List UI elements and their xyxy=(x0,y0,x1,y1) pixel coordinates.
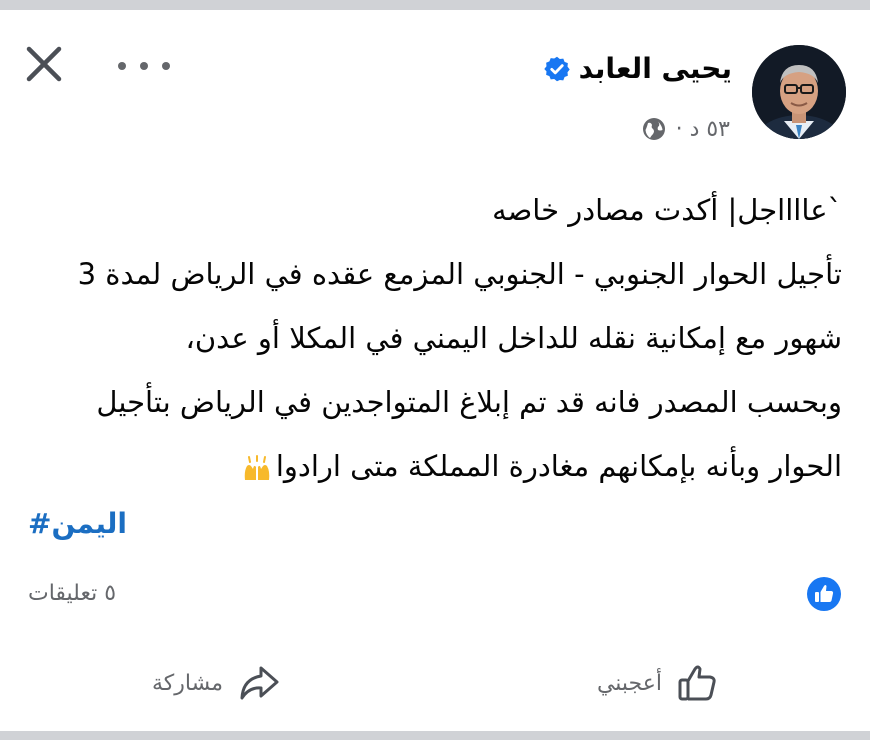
post-meta: ٥٣ د · xyxy=(642,114,730,144)
share-label: مشاركة xyxy=(152,670,224,696)
post-line: الحوار وبأنه بإمكانهم مغادرة المملكة متى… xyxy=(275,449,842,483)
top-divider xyxy=(0,0,870,10)
post-line-last: الحوار وبأنه بإمكانهم مغادرة المملكة متى… xyxy=(22,434,842,498)
comment-count[interactable]: ٥ تعليقات xyxy=(28,576,116,612)
raising-hands-emoji xyxy=(244,455,270,480)
post-line: وبحسب المصدر فانه قد تم إبلاغ المتواجدين… xyxy=(96,385,842,419)
like-button[interactable]: أعجبني xyxy=(597,655,720,711)
like-reaction-icon[interactable] xyxy=(806,576,842,612)
author-name[interactable]: يحيى العابد xyxy=(579,48,732,90)
more-dot xyxy=(140,62,148,70)
close-icon[interactable] xyxy=(24,44,64,84)
share-button[interactable]: مشاركة xyxy=(152,655,281,711)
post-line: `عااااجل| أكدت مصادر خاصه xyxy=(492,193,842,227)
verified-badge-icon xyxy=(543,56,570,82)
author-row: يحيى العابد xyxy=(543,48,732,90)
post-body: `عااااجل| أكدت مصادر خاصه تأجيل الحوار ا… xyxy=(22,178,842,498)
post-line: شهور مع إمكانية نقله للداخل اليمني في ال… xyxy=(185,321,842,355)
post-time[interactable]: ٥٣ د · xyxy=(676,117,730,142)
more-dot xyxy=(162,62,170,70)
author-avatar[interactable] xyxy=(752,45,846,139)
hashtag-link[interactable]: اليمن# xyxy=(28,507,127,540)
bottom-divider xyxy=(0,731,870,740)
more-options-button[interactable] xyxy=(118,56,170,76)
more-dot xyxy=(118,62,126,70)
thumbs-up-icon xyxy=(678,665,716,701)
globe-icon xyxy=(642,118,665,140)
post-line: تأجيل الحوار الجنوبي - الجنوبي المزمع عق… xyxy=(77,257,842,291)
like-label: أعجبني xyxy=(596,670,662,696)
share-arrow-icon xyxy=(240,666,279,700)
